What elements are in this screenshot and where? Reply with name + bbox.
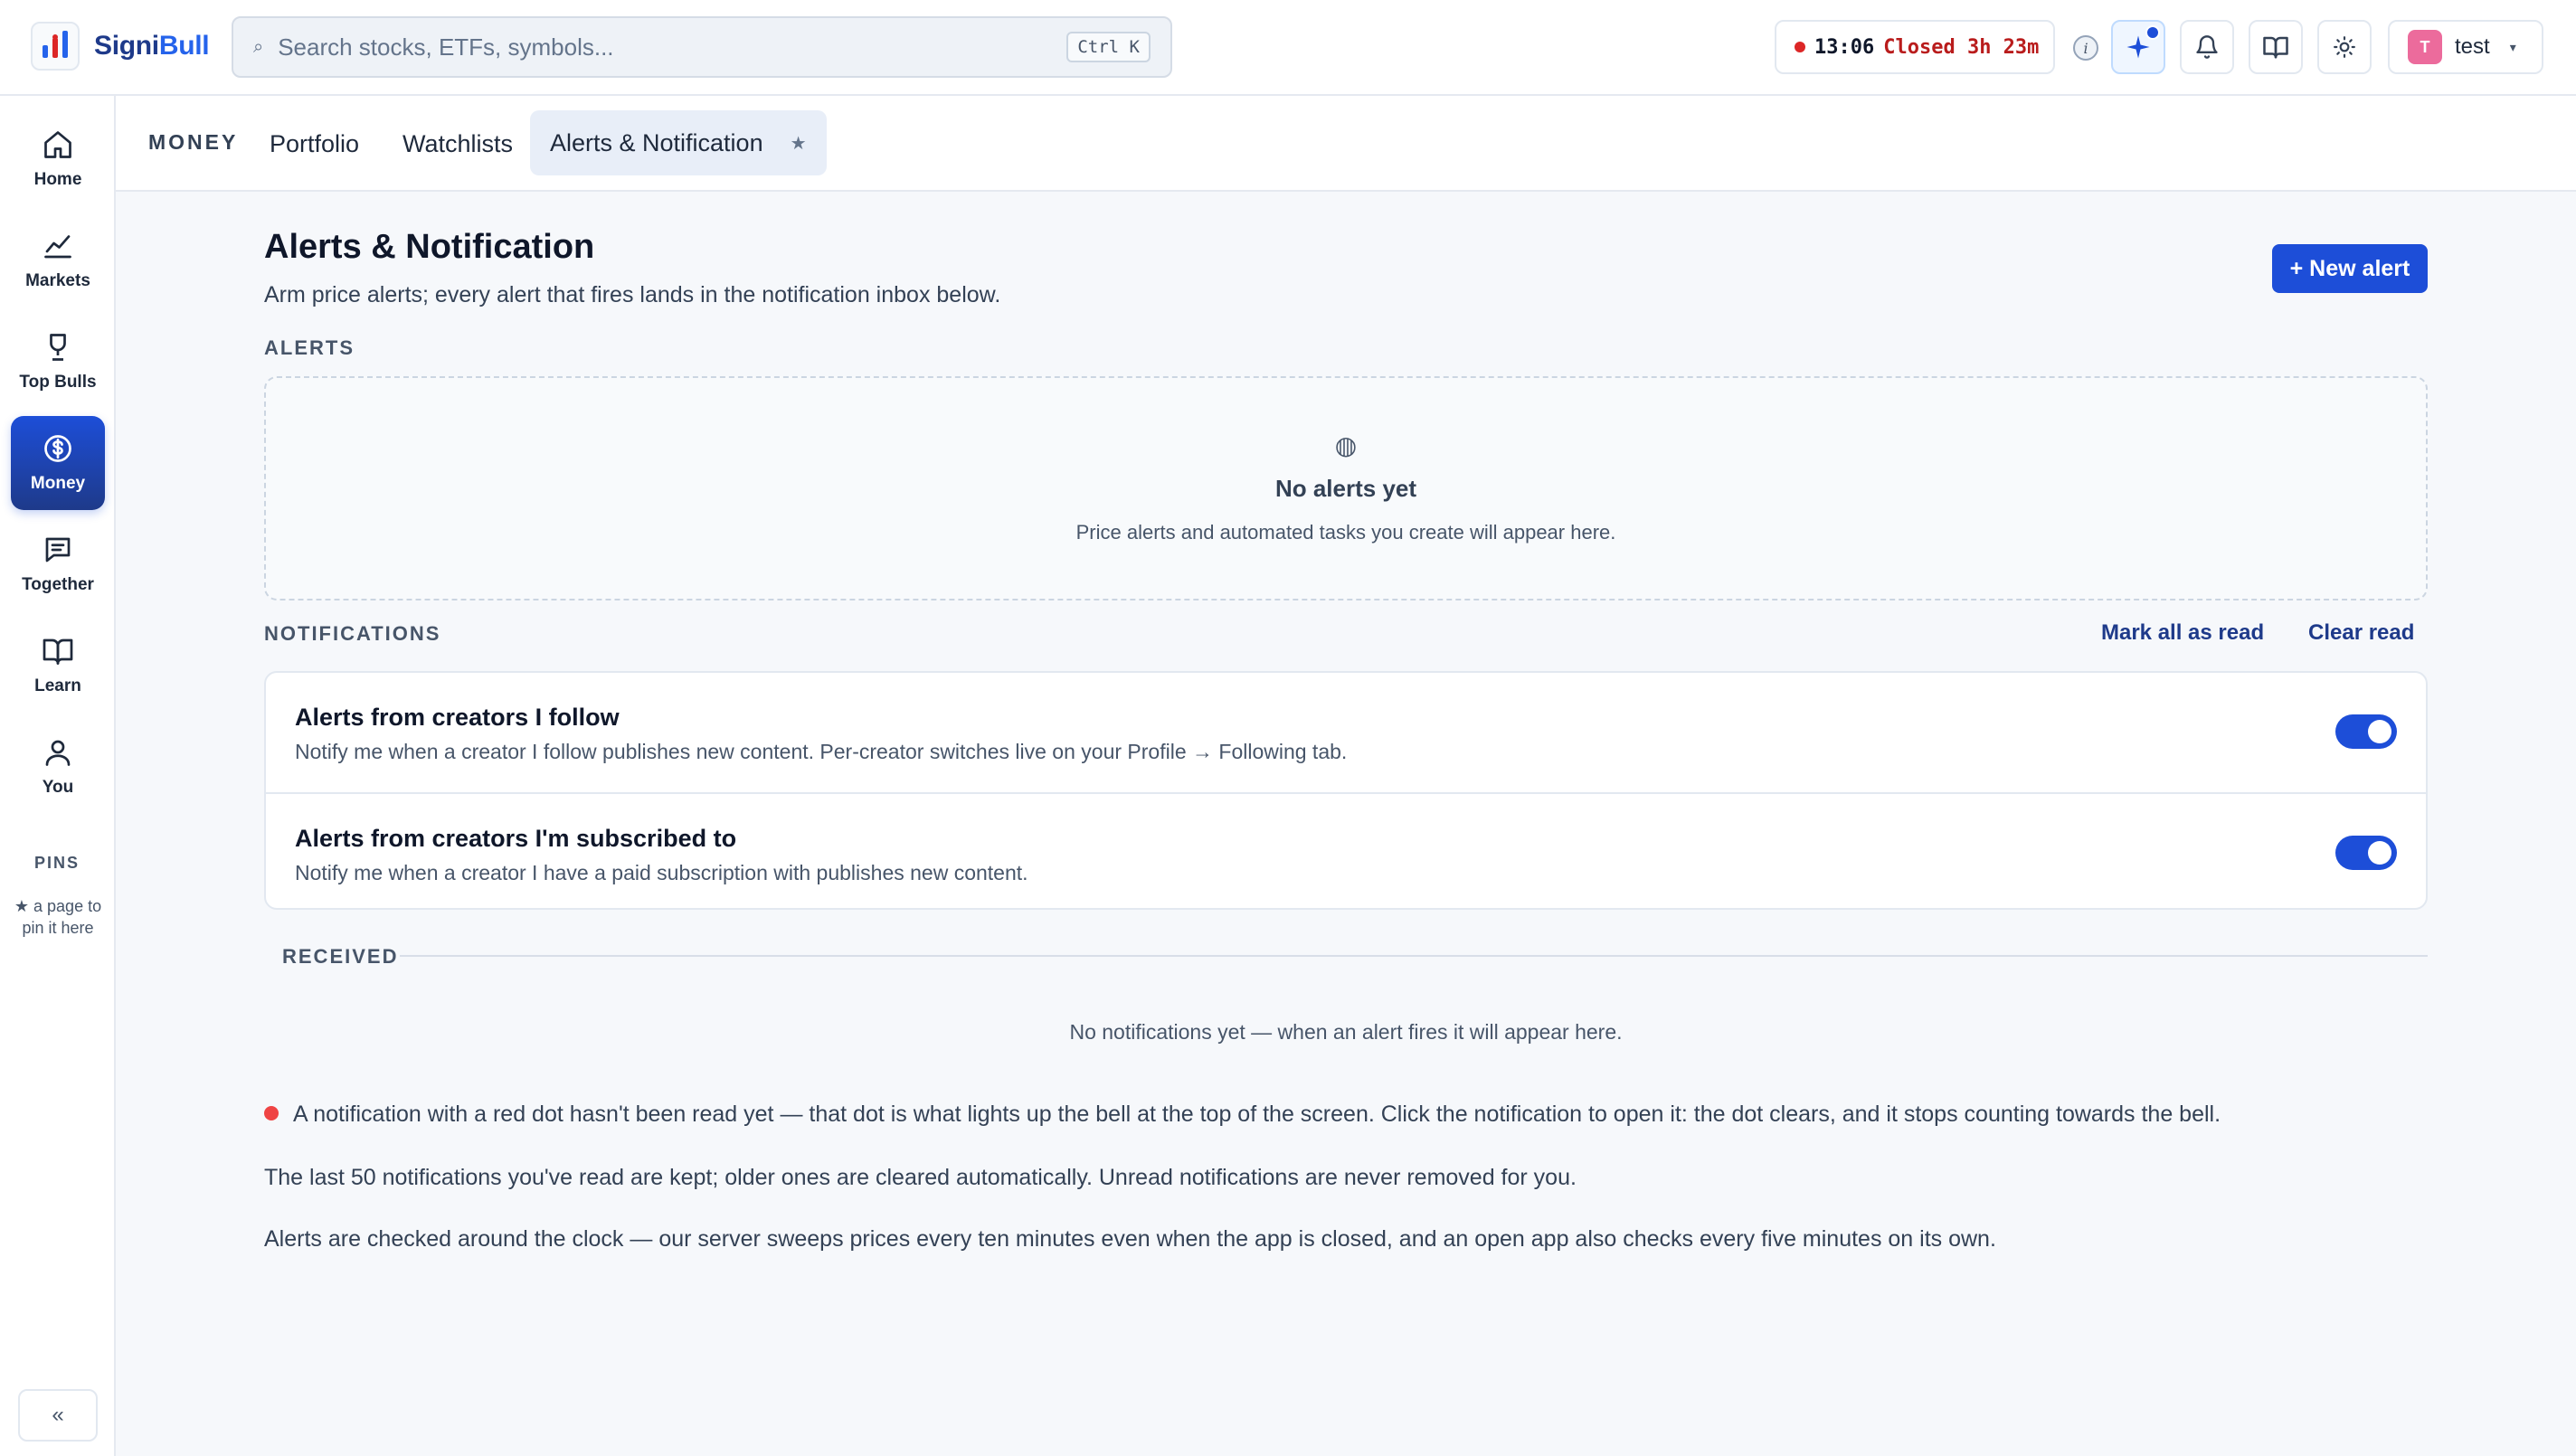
notifications-button[interactable] bbox=[2180, 20, 2234, 74]
pins-hint: ★ a page to pin it here bbox=[14, 897, 102, 937]
search-shortcut-badge: Ctrl K bbox=[1066, 32, 1151, 62]
book-open-icon bbox=[2263, 36, 2288, 59]
subscribed-alerts-toggle[interactable] bbox=[2335, 836, 2397, 870]
tab-alerts-notification[interactable]: Alerts & Notification ★ bbox=[530, 110, 827, 175]
sidebar-item-home[interactable]: Home bbox=[11, 112, 105, 206]
sidebar-item-together[interactable]: Together bbox=[11, 517, 105, 611]
setting-title: Alerts from creators I'm subscribed to bbox=[295, 825, 737, 852]
sidebar-item-label: You bbox=[42, 778, 74, 797]
trophy-icon bbox=[50, 334, 66, 361]
market-status-dot bbox=[1795, 42, 1805, 52]
follow-alerts-toggle[interactable] bbox=[2335, 714, 2397, 749]
collapse-sidebar-button[interactable]: « bbox=[18, 1389, 98, 1442]
alerts-empty-state: ◍ No alerts yet Price alerts and automat… bbox=[264, 376, 2428, 600]
chat-icon bbox=[45, 537, 71, 563]
setting-desc: Notify me when a creator I follow publis… bbox=[295, 740, 1348, 763]
mark-all-read-button[interactable]: Mark all as read bbox=[2101, 620, 2264, 646]
new-alert-button[interactable]: + New alert bbox=[2272, 244, 2428, 293]
setting-desc: Notify me when a creator I have a paid s… bbox=[295, 861, 1028, 884]
search-input[interactable] bbox=[278, 33, 1067, 61]
market-status: Closed 3h 23m bbox=[1883, 35, 2040, 59]
app-logo[interactable]: SigniBull bbox=[31, 22, 210, 71]
sidebar-item-you[interactable]: You bbox=[11, 720, 105, 814]
setting-row-subscribed: Alerts from creators I'm subscribed to N… bbox=[266, 792, 2426, 908]
note-text: A notification with a red dot hasn't bee… bbox=[293, 1101, 2221, 1127]
top-bar: SigniBull ⌕ Ctrl K 13:06 Closed 3h 23m i… bbox=[0, 0, 2576, 96]
alerts-empty-title: No alerts yet bbox=[1274, 475, 1417, 502]
divider bbox=[400, 955, 2428, 957]
unread-dot-note: A notification with a red dot hasn't bee… bbox=[264, 1101, 2221, 1128]
ai-assistant-button[interactable] bbox=[2111, 20, 2165, 74]
guide-button[interactable] bbox=[2249, 20, 2303, 74]
search-bar[interactable]: ⌕ Ctrl K bbox=[232, 16, 1172, 78]
sidebar-item-label: Money bbox=[30, 474, 86, 493]
tab-watchlists[interactable]: Watchlists bbox=[402, 130, 513, 158]
page-title: Alerts & Notification bbox=[264, 228, 595, 266]
chart-line-icon bbox=[44, 235, 71, 259]
setting-row-follow: Alerts from creators I follow Notify me … bbox=[266, 673, 2426, 792]
toggle-knob bbox=[2368, 841, 2391, 865]
market-clock[interactable]: 13:06 Closed 3h 23m bbox=[1775, 20, 2055, 74]
alerts-empty-desc: Price alerts and automated tasks you cre… bbox=[1075, 521, 1616, 544]
sidebar-item-learn[interactable]: Learn bbox=[11, 619, 105, 713]
section-tabs: MONEY Portfolio Watchlists Alerts & Noti… bbox=[116, 96, 2576, 192]
notifications-heading: NOTIFICATIONS bbox=[264, 622, 441, 645]
user-menu[interactable]: T test ▾ bbox=[2388, 20, 2543, 74]
app-name-part2: Bull bbox=[158, 31, 210, 61]
tab-portfolio[interactable]: Portfolio bbox=[270, 130, 359, 158]
home-icon bbox=[44, 131, 71, 158]
alerts-heading: ALERTS bbox=[264, 336, 355, 359]
sidebar-item-money[interactable]: Money bbox=[11, 416, 105, 510]
ai-badge bbox=[2145, 25, 2160, 40]
sidebar-item-label: Home bbox=[33, 170, 82, 189]
theme-toggle-button[interactable] bbox=[2317, 20, 2372, 74]
sidebar-item-top-bulls[interactable]: Top Bulls bbox=[11, 315, 105, 409]
pins-heading: PINS bbox=[33, 854, 80, 872]
received-heading: RECEIVED bbox=[282, 945, 399, 968]
avatar: T bbox=[2408, 30, 2442, 64]
chevron-down-icon: ▾ bbox=[2509, 39, 2516, 54]
setting-title: Alerts from creators I follow bbox=[295, 704, 620, 731]
book-icon bbox=[43, 638, 73, 665]
globe-icon: ◍ bbox=[1334, 431, 1358, 459]
toggle-knob bbox=[2368, 720, 2391, 743]
sidebar: Home Markets Top Bulls Money Together Le… bbox=[0, 96, 116, 1456]
clear-read-button[interactable]: Clear read bbox=[2308, 620, 2414, 646]
section-label: MONEY bbox=[148, 130, 239, 154]
bell-icon bbox=[2196, 35, 2218, 59]
sidebar-item-label: Learn bbox=[34, 676, 81, 695]
unread-dot-icon bbox=[264, 1106, 279, 1120]
dollar-coin-icon bbox=[44, 435, 71, 462]
app-name: SigniBull bbox=[94, 31, 210, 61]
app-name-part1: Signi bbox=[94, 31, 159, 61]
schedule-note: Alerts are checked around the clock — ou… bbox=[264, 1226, 1996, 1252]
user-name: test bbox=[2455, 34, 2490, 59]
retention-note: The last 50 notifications you've read ar… bbox=[264, 1165, 1577, 1190]
info-icon[interactable]: i bbox=[2073, 35, 2098, 61]
sidebar-item-label: Markets bbox=[25, 271, 90, 290]
user-icon bbox=[45, 740, 71, 766]
sun-icon bbox=[2334, 36, 2355, 58]
sidebar-item-markets[interactable]: Markets bbox=[11, 213, 105, 307]
notifications-empty-state: No notifications yet — when an alert fir… bbox=[1069, 1020, 1623, 1044]
tab-label: Alerts & Notification bbox=[550, 128, 763, 156]
sidebar-item-label: Top Bulls bbox=[19, 373, 97, 392]
search-icon: ⌕ bbox=[253, 36, 264, 57]
sidebar-item-label: Together bbox=[22, 575, 94, 594]
market-time: 13:06 bbox=[1814, 35, 1875, 59]
logo-icon bbox=[31, 22, 80, 71]
page-subtitle: Arm price alerts; every alert that fires… bbox=[264, 282, 1001, 307]
pin-star-icon[interactable]: ★ bbox=[791, 132, 807, 155]
notification-settings-card: Alerts from creators I follow Notify me … bbox=[264, 671, 2428, 910]
